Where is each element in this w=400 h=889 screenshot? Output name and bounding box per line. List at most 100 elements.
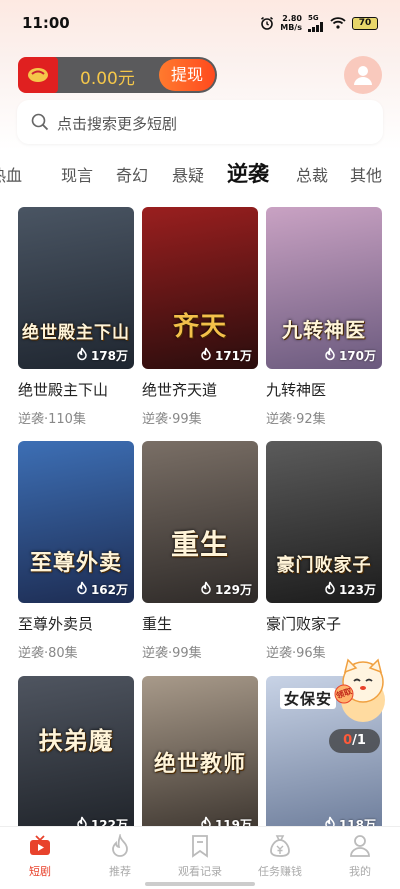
poster-title: 扶弟魔 [38,727,114,755]
views-label: 171万 [214,349,252,363]
drama-card[interactable]: 至尊外卖 162万 至尊外卖员 逆袭·80集 [18,441,134,661]
category-tabs: 热血 现言 奇幻 悬疑 逆袭 总裁 其他 [0,150,400,194]
person-icon [354,66,372,85]
poster-title: 豪门败家子 [276,555,372,576]
drama-meta: 逆袭·99集 [142,646,202,661]
speed-value: 2.80 [282,14,302,23]
poster-title: 重生 [170,528,229,561]
nav-tasks[interactable]: 任务赚钱 [240,833,320,879]
tab-rexue[interactable]: 热血 [0,162,22,186]
poster-title: 绝世教师 [153,752,246,777]
tab-qihuan[interactable]: 奇幻 [116,162,148,186]
drama-meta: 逆袭·99集 [142,412,202,427]
view-count: 178万 [76,347,128,364]
view-count: 162万 [76,581,128,598]
view-count: 129万 [200,581,252,598]
nav-duanju[interactable]: 短剧 [0,833,80,879]
lucky-cat-reward[interactable]: 领取 [334,658,392,724]
wallet-amount: 0.00元 [80,69,135,89]
flame-icon [76,347,88,364]
avatar[interactable] [344,56,382,94]
poster-title: 齐天 [172,312,227,342]
drama-card[interactable]: 重生 129万 重生 逆袭·99集 [142,441,258,661]
views-label: 129万 [214,583,252,597]
speed-unit: MB/s [280,23,302,32]
tab-xianyan[interactable]: 现言 [61,162,93,186]
drama-poster: 扶弟魔 122万 [18,676,134,838]
red-envelope-icon [18,57,58,93]
views-label: 123万 [338,583,376,597]
drama-poster: 九转神医 170万 [266,207,382,369]
watch-progress-badge[interactable]: 0/1 [329,729,380,753]
drama-meta: 逆袭·110集 [18,412,86,427]
status-bar: 11:00 2.80 MB/s 5G 70 [0,0,400,48]
drama-card[interactable]: 齐天 171万 绝世齐天道 逆袭·99集 [142,207,258,427]
views-label: 170万 [338,349,376,363]
drama-meta: 逆袭·92集 [266,412,326,427]
nav-label: 观看记录 [178,865,222,878]
tv-icon [30,835,50,855]
home-indicator [145,882,255,886]
nav-mine[interactable]: 我的 [320,833,400,879]
nav-label: 任务赚钱 [258,865,302,878]
drama-poster: 齐天 171万 [142,207,258,369]
bottom-nav: 短剧 推荐 观看记录 任务赚钱 我的 [0,826,400,889]
alarm-icon [261,16,274,30]
drama-card[interactable]: 绝世教师 119万 [142,676,258,838]
drama-title: 九转神医 [266,381,327,399]
battery-icon: 70 [352,16,378,30]
drama-title: 绝世殿主下山 [18,381,109,399]
drama-title: 至尊外卖员 [18,615,94,633]
poster-title: 绝世殿主下山 [22,323,130,343]
search-placeholder: 点击搜索更多短剧 [57,115,178,133]
drama-title: 绝世齐天道 [142,381,218,399]
drama-poster: 绝世教师 119万 [142,676,258,838]
person-icon [350,835,370,857]
drama-card[interactable]: 绝世殿主下山 178万 绝世殿主下山 逆袭·110集 [18,207,134,427]
status-time: 11:00 [22,14,70,32]
tab-zongcai[interactable]: 总裁 [296,162,328,186]
drama-title: 重生 [142,615,173,633]
flame-icon [112,834,128,857]
drama-card[interactable]: 九转神医 170万 九转神医 逆袭·92集 [266,207,382,427]
drama-card[interactable]: 扶弟魔 122万 [18,676,134,838]
tab-nixi[interactable]: 逆袭 [227,158,269,188]
signal-icon [308,21,323,32]
nav-tuijian[interactable]: 推荐 [80,833,160,879]
tab-qita[interactable]: 其他 [350,162,382,186]
view-count: 123万 [324,581,376,598]
drama-poster: 重生 129万 [142,441,258,603]
flame-icon [76,581,88,598]
drama-card[interactable]: 豪门败家子 123万 豪门败家子 逆袭·96集 [266,441,382,661]
tab-xuanyi[interactable]: 悬疑 [172,162,204,186]
withdraw-button[interactable]: 提现 [159,59,215,91]
flame-icon [324,347,336,364]
drama-meta: 逆袭·80集 [18,646,78,661]
poster-title: 九转神医 [282,318,366,342]
network-type: 5G [308,13,319,22]
view-count: 170万 [324,347,376,364]
cellular: 5G [308,13,324,32]
nav-label: 我的 [349,865,371,878]
nav-label: 推荐 [109,865,131,878]
money-bag-icon [270,835,290,857]
drama-poster: 至尊外卖 162万 [18,441,134,603]
flame-icon [324,581,336,598]
drama-poster: 豪门败家子 123万 [266,441,382,603]
view-count: 171万 [200,347,252,364]
nav-label: 短剧 [29,865,51,878]
flame-icon [200,347,212,364]
progress-total: /1 [352,733,366,748]
progress-current: 0 [343,733,353,748]
flame-icon [200,581,212,598]
nav-history[interactable]: 观看记录 [160,833,240,879]
wallet-balance[interactable]: 0.00元 提现 [18,57,217,93]
poster-title: 至尊外卖 [29,551,122,576]
status-icons: 2.80 MB/s 5G 70 [260,14,378,32]
views-label: 178万 [90,349,128,363]
wifi-icon [330,17,346,29]
search-bar[interactable]: 点击搜索更多短剧 [17,100,383,144]
bookmark-icon [192,835,208,858]
drama-poster: 绝世殿主下山 178万 [18,207,134,369]
drama-title: 豪门败家子 [266,615,342,633]
